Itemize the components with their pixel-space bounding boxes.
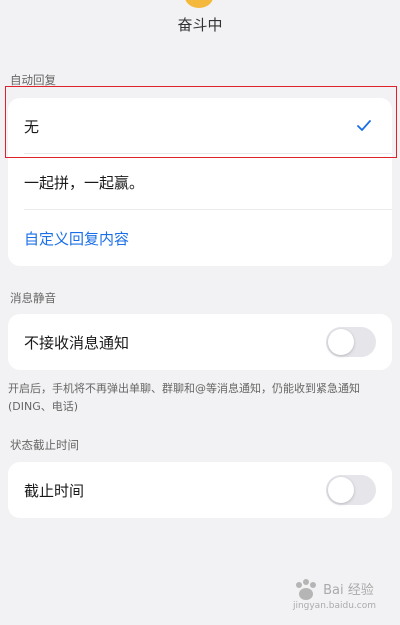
- expiry-section-label: 状态截止时间: [10, 438, 79, 452]
- watermark-brand: Bai 经验: [323, 582, 374, 598]
- auto-reply-section-label: 自动回复: [10, 73, 56, 87]
- auto-reply-option-none[interactable]: 无: [8, 98, 392, 154]
- mute-card: 不接收消息通知: [8, 314, 392, 370]
- watermark: Bai 经验 jingyan.baidu.com: [292, 579, 376, 611]
- mute-toggle[interactable]: [326, 327, 376, 357]
- expiry-toggle[interactable]: [326, 475, 376, 505]
- toggle-knob: [328, 477, 354, 503]
- check-icon: [357, 120, 371, 131]
- expiry-row: 截止时间: [8, 462, 392, 518]
- mute-note: 开启后，手机将不再弹出单聊、群聊和@等消息通知，仍能收到紧急通知(DING、电话…: [8, 382, 360, 413]
- baidu-paw-icon: [295, 579, 316, 600]
- toggle-knob: [328, 329, 354, 355]
- auto-reply-option-together[interactable]: 一起拼，一起赢。: [8, 154, 392, 210]
- watermark-site: jingyan.baidu.com: [292, 601, 376, 611]
- mute-row: 不接收消息通知: [8, 314, 392, 370]
- status-emoji-icon: [185, 0, 213, 8]
- auto-reply-card: 无 一起拼，一起赢。 自定义回复内容: [8, 98, 392, 266]
- option-label: 一起拼，一起赢。: [24, 173, 145, 192]
- status-title: 奋斗中: [177, 16, 223, 34]
- custom-reply-link[interactable]: 自定义回复内容: [8, 210, 392, 266]
- expiry-card: 截止时间: [8, 462, 392, 518]
- option-label: 无: [24, 117, 40, 136]
- custom-reply-label: 自定义回复内容: [24, 229, 130, 248]
- mute-section-label: 消息静音: [10, 291, 56, 305]
